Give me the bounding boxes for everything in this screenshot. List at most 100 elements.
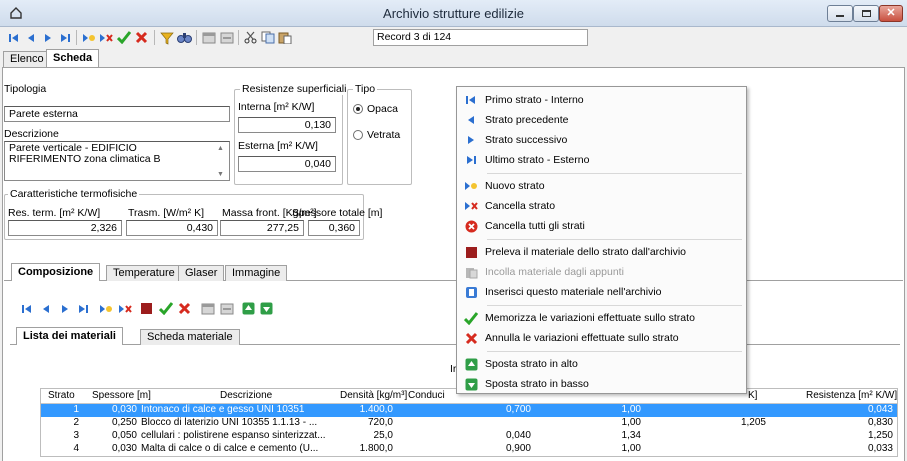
menu-item-label: Cancella strato	[485, 200, 556, 212]
table-view-button[interactable]	[200, 29, 217, 46]
menu-item-archive-pick[interactable]: Preleva il materiale dello strato dall'a…	[457, 242, 746, 262]
col-partial[interactable]: K]	[748, 390, 757, 401]
layer-first-button[interactable]	[18, 300, 35, 317]
layer-move-up-button[interactable]	[240, 300, 257, 317]
col-resistenza[interactable]: Resistenza [m² K/W]	[806, 390, 897, 401]
layer-table-view-button[interactable]	[199, 300, 216, 317]
descrizione-field[interactable]: Parete verticale - EDIFICIO RIFERIMENTO …	[4, 141, 230, 181]
menu-item-archive-insert[interactable]: Inserisci questo materiale nell'archivio	[457, 282, 746, 302]
row-spessore: 0,030	[111, 404, 137, 415]
layer-prev-button[interactable]	[37, 300, 54, 317]
next-icon	[61, 304, 68, 313]
delete-record-button[interactable]	[97, 29, 114, 46]
row-spessore: 0,030	[111, 443, 137, 454]
last-record-button[interactable]	[56, 29, 73, 46]
layer-last-button[interactable]	[74, 300, 91, 317]
new-record-button[interactable]	[80, 29, 97, 46]
menu-item-last-layer[interactable]: Ultimo strato - Esterno	[457, 150, 746, 170]
menu-item-next-layer[interactable]: Strato successivo	[457, 130, 746, 150]
menu-item-label: Inserisci questo materiale nell'archivio	[485, 286, 662, 298]
first-icon	[466, 96, 475, 104]
res-term-field[interactable]: 2,326	[8, 220, 122, 236]
scroll-down-icon[interactable]: ▼	[217, 171, 224, 178]
caratteristiche-title: Caratteristiche termofisiche	[8, 188, 140, 200]
cancel-button[interactable]	[133, 29, 150, 46]
layer-next-button[interactable]	[56, 300, 73, 317]
minimize-button[interactable]	[827, 5, 853, 22]
tab-temperature[interactable]: Temperature	[106, 265, 182, 281]
menu-item-delete-all[interactable]: Cancella tutti gli strati	[457, 216, 746, 236]
menu-item-prev-layer[interactable]: Strato precedente	[457, 110, 746, 130]
context-menu: Primo strato - Interno Strato precedente…	[456, 86, 747, 394]
menu-item-label: Annulla le variazioni effettuate sullo s…	[485, 332, 679, 344]
interna-field[interactable]: 0,130	[238, 117, 336, 133]
filter-button[interactable]	[158, 29, 175, 46]
opaca-radio[interactable]	[353, 104, 363, 114]
menu-item-new-layer[interactable]: Nuovo strato	[457, 176, 746, 196]
confirm-button[interactable]	[115, 29, 132, 46]
first-record-button[interactable]	[5, 29, 22, 46]
menu-item-delete-layer[interactable]: Cancella strato	[457, 196, 746, 216]
menu-item-paste[interactable]: Incolla materiale dagli appunti	[457, 262, 746, 282]
tipologia-field[interactable]: Parete esterna	[4, 106, 230, 122]
row-strato: 4	[73, 443, 79, 454]
menu-item-first-layer[interactable]: Primo strato - Interno	[457, 90, 746, 110]
menu-item-move-up[interactable]: Sposta strato in alto	[457, 354, 746, 374]
layer-move-down-button[interactable]	[258, 300, 275, 317]
cut-button[interactable]	[242, 29, 259, 46]
menu-item-label: Incolla materiale dagli appunti	[485, 266, 624, 278]
col-densita[interactable]: Densità [kg/m³]	[340, 390, 407, 401]
paste-button[interactable]	[276, 29, 293, 46]
menu-item-label: Memorizza le variazioni effettuate sullo…	[485, 312, 695, 324]
table-row[interactable]: 1 0,030 Intonaco di calce e gesso UNI 10…	[41, 404, 897, 417]
next-record-button[interactable]	[39, 29, 56, 46]
table-row[interactable]: 2 0,250 Blocco di laterizio UNI 10355 1.…	[41, 417, 897, 430]
menu-item-move-down[interactable]: Sposta strato in basso	[457, 374, 746, 394]
tab-composizione[interactable]: Composizione	[11, 263, 101, 281]
tab-immagine[interactable]: Immagine	[225, 265, 288, 281]
col-strato[interactable]: Strato	[48, 390, 75, 401]
tab-lista-materiali[interactable]: Lista dei materiali	[16, 327, 123, 345]
delete-record-icon	[99, 33, 113, 42]
checkmark-icon	[116, 31, 131, 44]
record-indicator: Record 3 di 124	[373, 29, 588, 46]
maximize-button[interactable]	[853, 5, 879, 22]
layer-delete-button[interactable]	[116, 300, 133, 317]
menu-item-label: Sposta strato in basso	[485, 378, 589, 390]
tipo-title: Tipo	[353, 83, 378, 95]
layer-form-view-button[interactable]	[218, 300, 235, 317]
tab-scheda[interactable]: Scheda	[46, 49, 100, 68]
col-spessore[interactable]: Spessore [m]	[92, 390, 151, 401]
layer-confirm-button[interactable]	[157, 300, 174, 317]
table-row[interactable]: 4 0,030 Malta di calce o di calce e ceme…	[41, 443, 897, 456]
binoculars-icon	[177, 33, 192, 43]
col-descrizione[interactable]: Descrizione	[220, 390, 272, 401]
menu-item-undo-changes[interactable]: Annulla le variazioni effettuate sullo s…	[457, 328, 746, 348]
find-button[interactable]	[176, 29, 193, 46]
row-densita: 25,0	[373, 430, 393, 441]
prev-record-button[interactable]	[22, 29, 39, 46]
first-icon	[21, 304, 31, 313]
spessore-field[interactable]: 0,360	[308, 220, 360, 236]
copy-button[interactable]	[259, 29, 276, 46]
scroll-up-icon[interactable]: ▲	[217, 145, 224, 152]
vetrata-radio[interactable]	[353, 130, 363, 140]
menu-item-save-changes[interactable]: Memorizza le variazioni effettuate sullo…	[457, 308, 746, 328]
form-view-button[interactable]	[218, 29, 235, 46]
layer-cancel-button[interactable]	[176, 300, 193, 317]
tab-scheda-materiale[interactable]: Scheda materiale	[140, 329, 240, 345]
last-icon	[467, 156, 476, 164]
copy-icon	[261, 31, 274, 44]
close-window-button[interactable]: ✕	[879, 5, 903, 22]
tab-glaser[interactable]: Glaser	[178, 265, 225, 281]
row-col5: 1,00	[621, 417, 641, 428]
massa-field[interactable]: 277,25	[220, 220, 304, 236]
col-conducibilita[interactable]: Conduci	[408, 390, 445, 401]
layer-new-button[interactable]	[97, 300, 114, 317]
table-row[interactable]: 3 0,050 cellulari : polistirene espanso …	[41, 430, 897, 443]
layer-archive-pick-button[interactable]	[138, 300, 155, 317]
esterna-field[interactable]: 0,040	[238, 156, 336, 172]
prev-icon	[42, 304, 49, 313]
tab-elenco[interactable]: Elenco	[3, 51, 51, 68]
trasm-field[interactable]: 0,430	[126, 220, 218, 236]
